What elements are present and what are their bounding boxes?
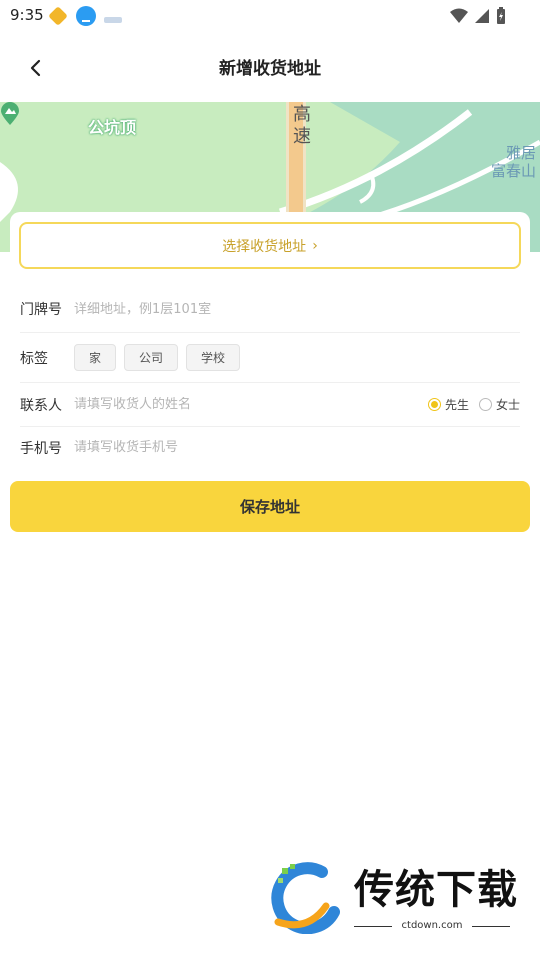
map-label-park: 公坑顶: [88, 118, 137, 137]
chevron-right-icon: ›: [312, 237, 318, 254]
watermark: 传统下载 ctdown.com: [268, 862, 518, 942]
contact-name-input[interactable]: [74, 397, 428, 412]
status-time: 9:35: [10, 6, 44, 24]
select-address-card: 选择收货地址 ›: [10, 212, 530, 278]
wifi-icon: [450, 8, 468, 23]
map-label-area: 雅居 富春山: [490, 144, 536, 180]
radio-selected-icon: [427, 398, 441, 411]
house-number-input[interactable]: [74, 301, 520, 317]
status-bar: 9:35: [0, 0, 540, 32]
gender-option-mr[interactable]: 先生: [427, 396, 469, 413]
house-number-row: 门牌号: [20, 286, 520, 333]
watermark-brand: 传统下载: [354, 867, 518, 913]
phone-input[interactable]: [74, 440, 520, 455]
gender-option-ms[interactable]: 女士: [478, 396, 520, 413]
phone-label: 手机号: [20, 440, 62, 457]
contact-row: 联系人 先生 女士: [20, 383, 520, 427]
watermark-url: ctdown.com: [354, 920, 510, 931]
battery-icon: [497, 7, 505, 24]
system-status: [450, 7, 506, 25]
tags-label: 标签: [20, 350, 48, 367]
notification-icons: [48, 6, 122, 26]
phone-row: 手机号: [20, 427, 520, 468]
contact-label: 联系人: [20, 397, 62, 414]
park-pin-icon: [1, 102, 19, 125]
tags-row: 标签 家 公司 学校: [20, 333, 520, 383]
app-small-notification-icon: [104, 16, 122, 23]
page-title: 新增收货地址: [219, 59, 321, 79]
signal-icon: [475, 9, 489, 23]
tag-home[interactable]: 家: [74, 344, 117, 371]
watermark-logo-icon: [271, 862, 340, 934]
radio-unselected-icon: [478, 398, 492, 411]
select-address-button[interactable]: 选择收货地址 ›: [19, 222, 521, 269]
address-form: 门牌号 标签 家 公司 学校 联系人 先生 女士 手机号: [10, 286, 530, 468]
tag-company[interactable]: 公司: [124, 344, 179, 371]
save-address-button[interactable]: 保存地址: [10, 481, 530, 532]
download-notification-icon: [76, 6, 96, 26]
map-label-road: 高速: [293, 104, 311, 147]
select-address-label: 选择收货地址: [222, 238, 307, 255]
app-notification-icon: [48, 6, 68, 26]
house-number-label: 门牌号: [20, 302, 62, 318]
header: 新增收货地址: [0, 32, 540, 102]
gender-selector: 先生 女士: [427, 396, 520, 413]
tag-list: 家 公司 学校: [74, 344, 241, 371]
tag-school[interactable]: 学校: [186, 344, 241, 371]
